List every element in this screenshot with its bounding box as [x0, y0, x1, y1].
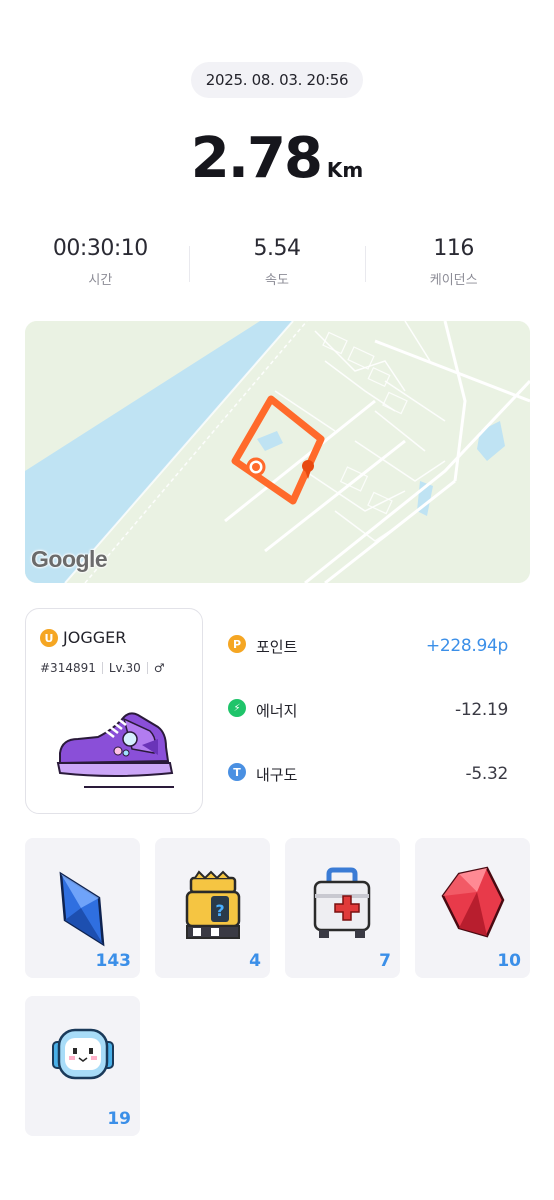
- item-blue-gem[interactable]: 143: [25, 838, 140, 978]
- item-count-red-gem: 10: [497, 951, 521, 971]
- shoe-meta: #314891 Lv.30 ♂: [40, 661, 165, 675]
- stat-time: 00:30:10 시간: [12, 236, 189, 296]
- run-datetime: 2025. 08. 03. 20:56: [205, 71, 349, 89]
- reward-label-durability: 내구도: [256, 766, 298, 784]
- run-stats: 00:30:10 시간 5.54 속도 116 케이던스: [12, 236, 542, 296]
- item-count-mystery-box: 4: [249, 951, 261, 971]
- distance-value: 2.78: [190, 126, 323, 191]
- map-canvas: [25, 321, 530, 583]
- durability-icon: T: [228, 763, 246, 781]
- google-logo: Google: [31, 546, 108, 572]
- run-datetime-pill: 2025. 08. 03. 20:56: [191, 62, 363, 98]
- stat-speed-value: 5.54: [253, 236, 301, 261]
- point-icon: P: [228, 635, 246, 653]
- stat-cadence-label: 케이던스: [429, 273, 478, 288]
- shoe-name: JOGGER: [63, 628, 127, 647]
- reward-row-points: P 포인트 +228.94p: [228, 628, 518, 692]
- item-count-mascot: 19: [107, 1109, 131, 1129]
- energy-icon: ⚡: [228, 699, 246, 717]
- sneaker-icon: [56, 712, 174, 788]
- reward-row-durability: T 내구도 -5.32: [228, 756, 518, 820]
- item-repair-kit[interactable]: 7: [285, 838, 400, 978]
- shoe-id: #314891: [40, 661, 96, 675]
- reward-label-points: 포인트: [256, 638, 298, 656]
- reward-label-energy: 에너지: [256, 702, 298, 720]
- shoe-grade-badge: U: [40, 629, 58, 647]
- reward-value-energy: -12.19: [454, 700, 508, 720]
- reward-value-points: +228.94p: [425, 636, 508, 656]
- stat-speed: 5.54 속도: [188, 236, 366, 296]
- distance-display: 2.78 Km: [0, 126, 554, 191]
- reward-list: P 포인트 +228.94p ⚡ 에너지 -12.19 T 내구도 -5.32: [228, 628, 518, 820]
- item-count-repair-kit: 7: [379, 951, 391, 971]
- reward-row-energy: ⚡ 에너지 -12.19: [228, 692, 518, 756]
- svg-text:?: ?: [215, 901, 224, 920]
- stat-time-value: 00:30:10: [52, 236, 148, 261]
- item-count-blue-gem: 143: [95, 951, 132, 971]
- stat-time-label: 시간: [88, 273, 113, 288]
- shoe-gender: ♂: [153, 661, 165, 675]
- route-map[interactable]: Google: [25, 321, 530, 583]
- item-red-gem[interactable]: 10: [415, 838, 530, 978]
- stat-speed-label: 속도: [265, 273, 289, 288]
- item-mystery-box[interactable]: ? 4: [155, 838, 270, 978]
- stat-cadence: 116 케이던스: [365, 236, 542, 296]
- reward-value-durability: -5.32: [465, 764, 509, 784]
- distance-unit: Km: [326, 158, 364, 182]
- item-mascot[interactable]: 19: [25, 996, 140, 1136]
- shoe-level: Lv.30: [108, 661, 141, 675]
- shoe-card[interactable]: U JOGGER #314891 Lv.30 ♂: [25, 608, 203, 814]
- stat-cadence-value: 116: [433, 236, 474, 261]
